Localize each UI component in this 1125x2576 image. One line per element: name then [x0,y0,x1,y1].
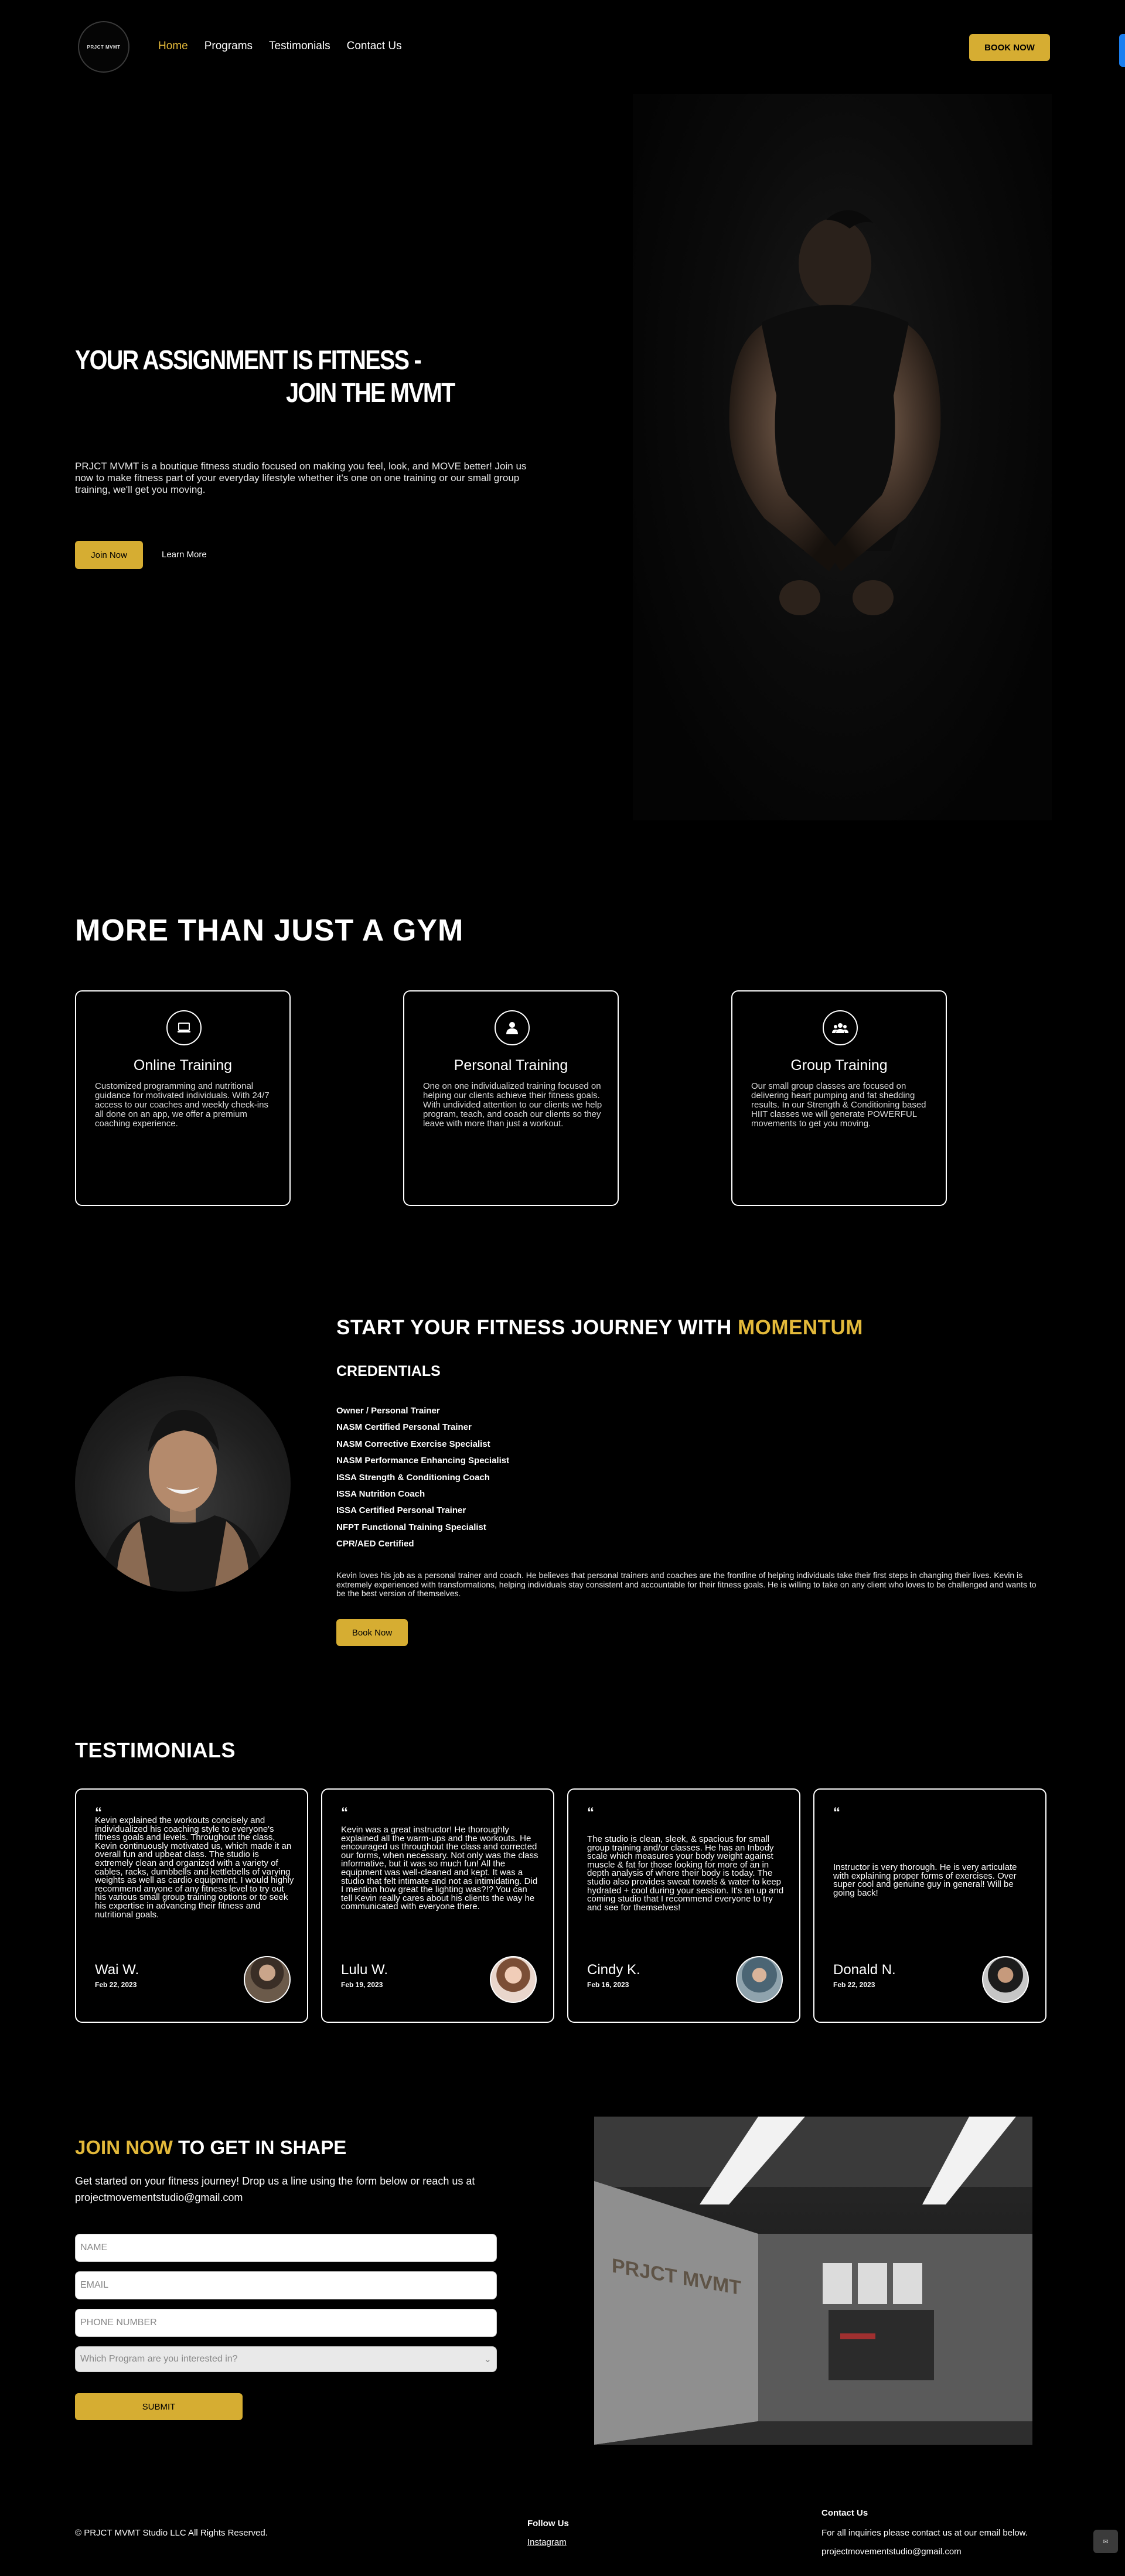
program-card-title: Group Training [790,1057,888,1074]
contact-description: Get started on your fitness journey! Dro… [75,2175,475,2203]
copyright-text: © PRJCT MVMT Studio LLC All Rights Reser… [75,2528,268,2538]
follow-us-title: Follow Us [527,2519,569,2529]
book-now-button[interactable]: BOOK NOW [969,34,1050,61]
nav-contact-us[interactable]: Contact Us [347,40,402,53]
program-card-personal[interactable]: Personal Training One on one individuali… [403,990,619,1206]
credential-item: NASM Performance Enhancing Specialist [336,1456,510,1466]
chat-widget-button[interactable]: ✉ [1093,2530,1118,2553]
testimonial-date: Feb 22, 2023 [95,1981,137,1989]
chevron-down-icon: ⌄ [483,2354,492,2364]
phone-input[interactable]: PHONE NUMBER [75,2309,497,2337]
testimonial-date: Feb 19, 2023 [341,1981,383,1989]
group-icon [823,1010,858,1045]
hero-description: PRJCT MVMT is a boutique fitness studio … [75,461,527,495]
studio-image: PRJCT MVMT [594,2117,1032,2445]
testimonial-text: Instructor is very thorough. He is very … [833,1862,1017,1898]
learn-more-link[interactable]: Learn More [162,550,207,560]
testimonial-card: “ The studio is clean, sleek, & spacious… [567,1788,800,2023]
credentials-list: Owner / Personal Trainer NASM Certified … [336,1403,509,1553]
contact-title-rest: TO GET IN SHAPE [172,2137,347,2158]
credential-item: NASM Certified Personal Trainer [336,1422,472,1433]
credential-item: ISSA Nutrition Coach [336,1489,425,1500]
credential-item: NASM Corrective Exercise Specialist [336,1439,490,1449]
hero-title-line-1: YOUR ASSIGNMENT IS FITNESS - [75,345,422,375]
instagram-link[interactable]: Instagram [527,2537,567,2547]
footer-email[interactable]: projectmovementstudio@gmail.com [821,2547,962,2557]
testimonial-card: “ Kevin was a great instructor! He thoro… [321,1788,554,2023]
journey-title-prefix: START YOUR FITNESS JOURNEY WITH [336,1316,738,1339]
testimonial-name: Lulu W. [341,1962,388,1978]
testimonials-title: TESTIMONIALS [75,1738,236,1762]
avatar [490,1956,537,2003]
program-select[interactable]: Which Program are you interested in? ⌄ [75,2346,497,2372]
avatar [244,1956,291,2003]
journey-title-highlight: MOMENTUM [737,1316,863,1339]
side-tab[interactable] [1119,34,1125,67]
testimonial-text: Kevin explained the workouts concisely a… [95,1815,294,1920]
testimonial-card: “ Kevin explained the workouts concisely… [75,1788,308,2023]
avatar [982,1956,1029,2003]
journey-title: START YOUR FITNESS JOURNEY WITH MOMENTUM [336,1316,863,1340]
testimonial-text: The studio is clean, sleek, & spacious f… [587,1834,784,1913]
testimonial-name: Cindy K. [587,1962,640,1978]
program-card-text: Our small group classes are focused on d… [751,1081,926,1129]
user-icon [495,1010,530,1045]
join-now-button[interactable]: Join Now [75,541,143,569]
hero-title-line-2: JOIN THE MVMT [286,377,455,408]
hero-image [633,94,1052,820]
book-now-trainer-button[interactable]: Book Now [336,1619,408,1646]
email-input[interactable]: EMAIL [75,2271,497,2299]
footer-contact-title: Contact Us [821,2508,868,2518]
laptop-icon [166,1010,202,1045]
submit-button[interactable]: SUBMIT [75,2393,243,2420]
credentials-title: CREDENTIALS [336,1363,441,1379]
chat-icon: ✉ [1103,2538,1109,2546]
logo-text: PRJCT MVMT [87,44,121,50]
program-card-group[interactable]: Group Training Our small group classes a… [731,990,947,1206]
testimonial-name: Donald N. [833,1962,896,1978]
avatar [736,1956,783,2003]
contact-title: JOIN NOW TO GET IN SHAPE [75,2137,346,2159]
program-card-text: Customized programming and nutritional g… [95,1081,270,1129]
name-input[interactable]: NAME [75,2234,497,2262]
testimonial-card: “ Instructor is very thorough. He is ver… [813,1788,1046,2023]
nav-home[interactable]: Home [158,40,188,53]
trainer-portrait [75,1376,291,1592]
trainer-silhouette [729,210,941,615]
quote-icon: “ [587,1805,594,1821]
section-title-gym: MORE THAN JUST A GYM [75,914,464,948]
testimonial-name: Wai W. [95,1962,139,1978]
testimonial-date: Feb 16, 2023 [587,1981,629,1989]
credential-item: ISSA Strength & Conditioning Coach [336,1472,490,1483]
main-nav: Home Programs Testimonials Contact Us [158,40,402,53]
credential-item: Owner / Personal Trainer [336,1406,440,1416]
testimonial-text: Kevin was a great instructor! He thoroug… [341,1825,538,1912]
brand-logo[interactable]: PRJCT MVMT [78,21,129,73]
program-card-title: Personal Training [454,1057,568,1074]
nav-testimonials[interactable]: Testimonials [269,40,330,53]
program-select-value: Which Program are you interested in? [80,2354,238,2364]
program-card-text: One on one individualized training focus… [423,1081,602,1129]
footer-contact-text: For all inquiries please contact us at o… [821,2528,1028,2538]
contact-title-highlight: JOIN NOW [75,2137,173,2158]
quote-icon: “ [833,1805,840,1821]
nav-programs[interactable]: Programs [204,40,253,53]
trainer-bio: Kevin loves his job as a personal traine… [336,1570,1037,1598]
credential-item: ISSA Certified Personal Trainer [336,1505,466,1516]
quote-icon: “ [341,1805,348,1821]
program-card-online[interactable]: Online Training Customized programming a… [75,990,291,1206]
testimonial-date: Feb 22, 2023 [833,1981,875,1989]
credential-item: CPR/AED Certified [336,1539,414,1549]
program-card-title: Online Training [133,1057,233,1074]
credential-item: NFPT Functional Training Specialist [336,1522,486,1532]
